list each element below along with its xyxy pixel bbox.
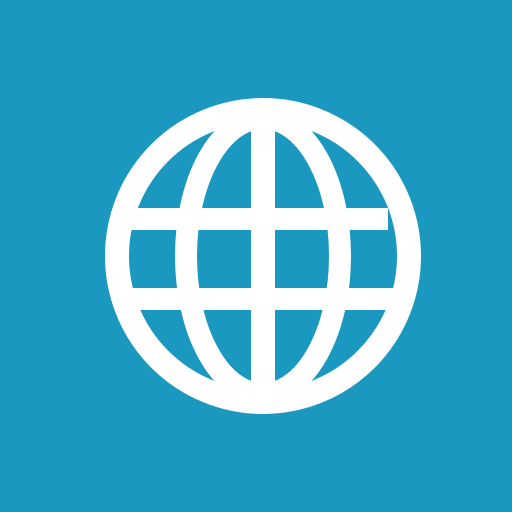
globe-icon xyxy=(105,98,421,414)
app-icon-tile[interactable] xyxy=(0,0,512,512)
